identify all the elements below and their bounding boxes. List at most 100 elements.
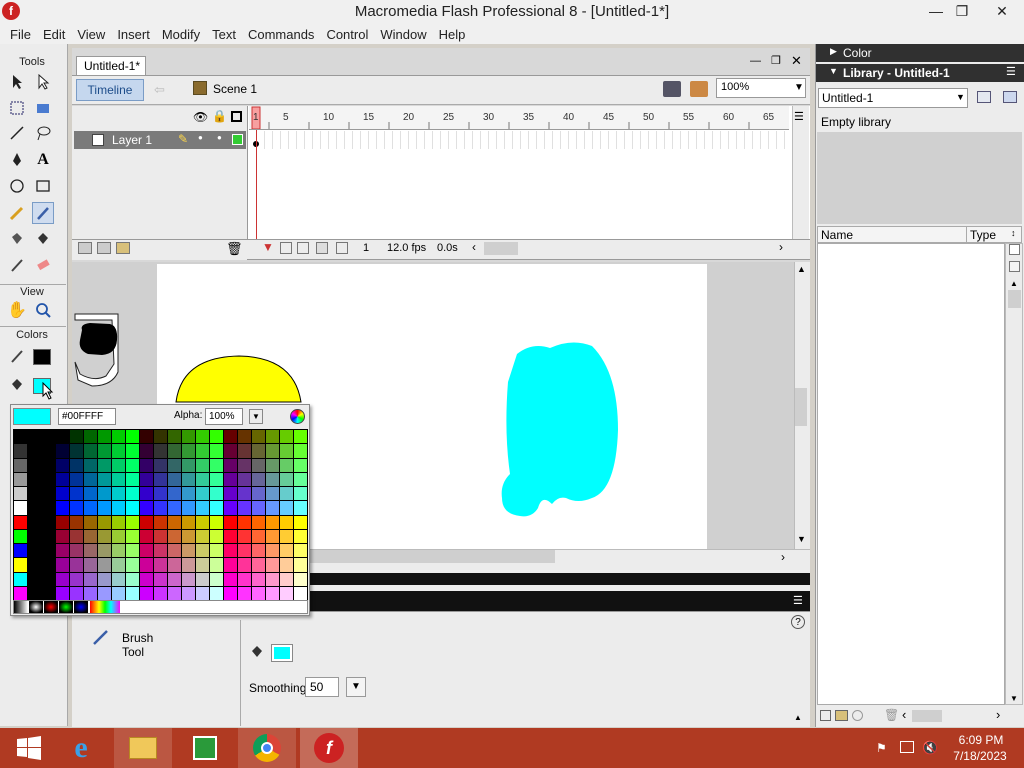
color-swatch[interactable] [294,515,307,529]
line-tool-icon[interactable] [6,122,28,144]
color-swatch[interactable] [14,572,27,586]
color-swatch[interactable] [182,472,195,486]
color-swatch[interactable] [126,430,139,444]
color-swatch[interactable] [252,515,265,529]
color-swatch[interactable] [224,487,237,501]
color-swatch[interactable] [154,501,167,515]
timeline-scroll-left-icon[interactable]: ‹ [472,240,476,254]
color-swatch[interactable] [28,472,41,486]
color-swatch[interactable] [126,558,139,572]
color-swatch[interactable] [210,558,223,572]
swatch-grid[interactable] [13,429,308,601]
color-swatch[interactable] [56,487,69,501]
color-swatch[interactable] [294,430,307,444]
menu-text[interactable]: Text [206,27,242,42]
color-swatch[interactable] [70,472,83,486]
doc-minimize-icon[interactable]: — [750,55,761,67]
flash-taskbar-icon[interactable]: f [300,728,358,768]
color-swatch[interactable] [168,458,181,472]
doc-restore-icon[interactable]: ❐ [771,54,781,67]
color-swatch[interactable] [14,458,27,472]
layer-name[interactable]: Layer 1 [112,133,152,147]
color-swatch[interactable] [168,487,181,501]
color-swatch[interactable] [224,529,237,543]
color-swatch[interactable] [154,572,167,586]
color-swatch[interactable] [280,544,293,558]
menu-window[interactable]: Window [374,27,432,42]
color-swatch[interactable] [98,501,111,515]
name-column[interactable]: Name [821,228,853,242]
color-swatch[interactable] [14,544,27,558]
color-swatch[interactable] [140,472,153,486]
new-symbol-icon[interactable] [820,710,831,721]
color-swatch[interactable] [252,558,265,572]
color-swatch[interactable] [294,558,307,572]
library-menu-icon[interactable]: ☰ [1006,65,1016,78]
color-swatch[interactable] [140,501,153,515]
library-scroll-left-icon[interactable]: ‹ [902,707,906,722]
document-tab[interactable]: Untitled-1* [76,56,146,75]
color-swatch[interactable] [98,586,111,600]
color-swatch[interactable] [70,529,83,543]
color-swatch[interactable] [224,430,237,444]
color-swatch[interactable] [224,572,237,586]
clock-time[interactable]: 6:09 PM [958,733,1004,747]
color-swatch[interactable] [210,586,223,600]
color-swatch[interactable] [168,529,181,543]
color-swatch[interactable] [266,430,279,444]
color-swatch[interactable] [98,444,111,458]
narrow-view-icon[interactable] [1009,261,1020,272]
oval-tool-icon[interactable] [6,175,28,197]
network-icon[interactable] [900,741,914,753]
color-swatch[interactable] [280,487,293,501]
color-swatch[interactable] [182,558,195,572]
zoom-select[interactable]: 100% [716,78,806,98]
color-swatch[interactable] [210,515,223,529]
color-swatch[interactable] [56,529,69,543]
color-swatch[interactable] [154,430,167,444]
color-swatch[interactable] [70,501,83,515]
color-swatch[interactable] [154,544,167,558]
color-swatch[interactable] [252,444,265,458]
color-swatch[interactable] [294,458,307,472]
color-swatch[interactable] [70,586,83,600]
color-swatch[interactable] [126,487,139,501]
color-swatch[interactable] [210,529,223,543]
color-swatch[interactable] [112,544,125,558]
color-swatch[interactable] [280,444,293,458]
library-scroll-right-icon[interactable]: › [996,707,1000,722]
color-swatch[interactable] [238,529,251,543]
color-swatch[interactable] [196,487,209,501]
library-panel-header[interactable]: ▼ Library - Untitled-1 ☰ [816,64,1024,82]
pencil-tool-icon[interactable] [6,202,28,224]
chrome-icon[interactable] [238,728,296,768]
color-swatch[interactable] [42,430,55,444]
timeline-vscroll[interactable] [792,106,809,239]
color-swatch[interactable] [294,444,307,458]
type-column[interactable]: Type [970,228,996,242]
color-swatch[interactable] [210,444,223,458]
color-swatch[interactable] [294,544,307,558]
menu-insert[interactable]: Insert [111,27,156,42]
color-swatch[interactable] [196,529,209,543]
color-swatch[interactable] [280,558,293,572]
color-swatch[interactable] [168,558,181,572]
color-swatch[interactable] [56,586,69,600]
back-arrow-icon[interactable]: ⇦ [154,82,165,98]
color-swatch[interactable] [42,444,55,458]
stage-scroll-up-icon[interactable]: ▲ [797,264,806,274]
rectangle-tool-icon[interactable] [32,175,54,197]
color-swatch[interactable] [280,458,293,472]
windows-start-icon[interactable] [0,728,58,768]
color-swatch[interactable] [154,487,167,501]
color-swatch[interactable] [84,558,97,572]
color-swatch[interactable] [126,472,139,486]
color-swatch[interactable] [126,572,139,586]
color-swatch[interactable] [280,501,293,515]
internet-explorer-icon[interactable]: e [52,728,110,768]
color-swatch[interactable] [266,515,279,529]
color-swatch[interactable] [252,487,265,501]
color-swatch[interactable] [154,515,167,529]
color-swatch[interactable] [70,572,83,586]
color-swatch[interactable] [70,444,83,458]
